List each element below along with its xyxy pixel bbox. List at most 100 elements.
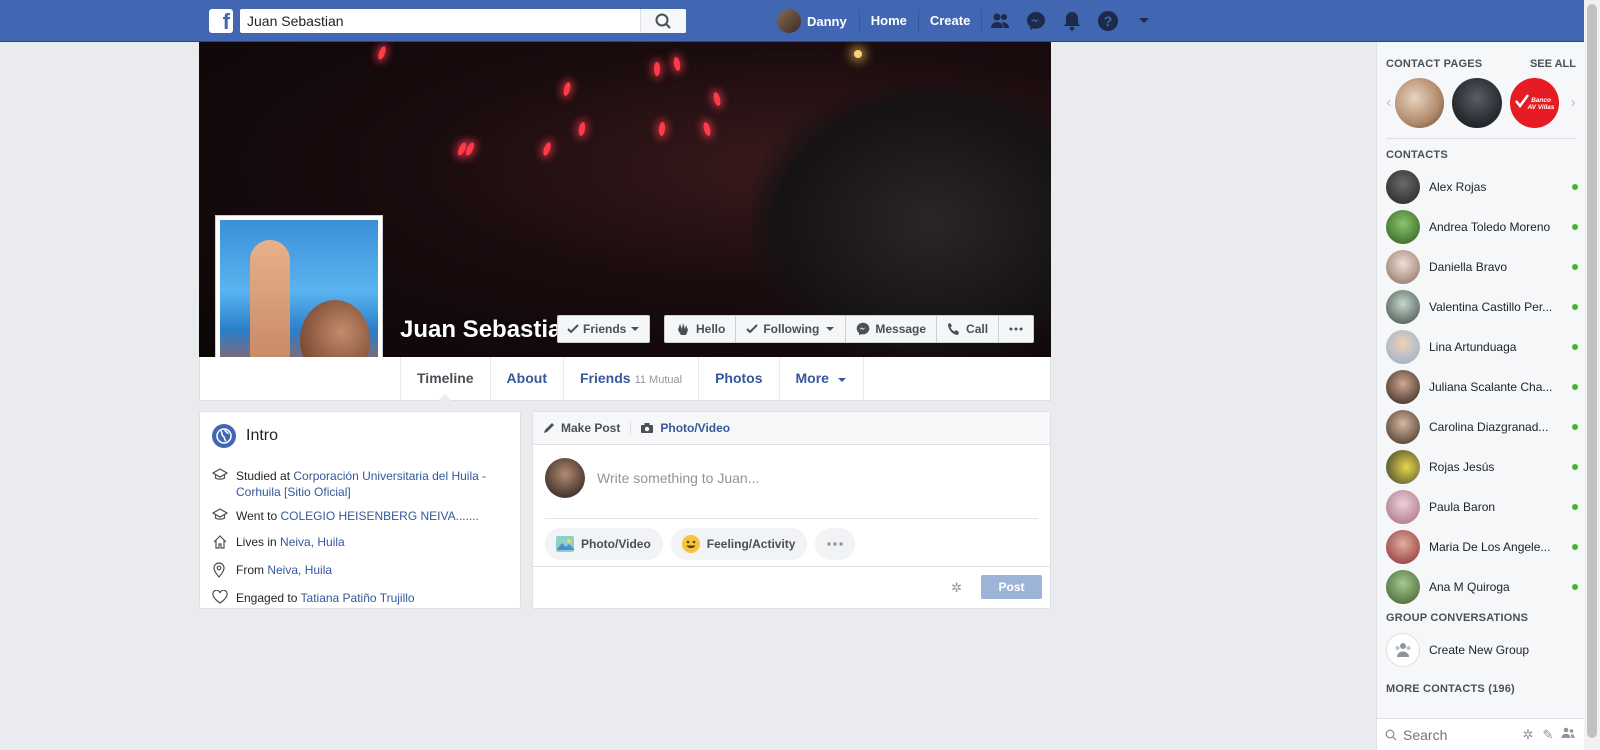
contact-page-avatar[interactable]: Banco AV Villas: [1509, 78, 1560, 128]
camera-icon: [641, 423, 654, 433]
contact-item[interactable]: Alex Rojas: [1386, 169, 1578, 205]
account-menu-chevron-down-icon[interactable]: [1126, 0, 1162, 42]
intro-item-prefix: Studied at: [236, 469, 294, 483]
make-post-tab[interactable]: Make Post: [543, 421, 630, 435]
help-icon[interactable]: ?: [1090, 0, 1126, 42]
checkmark-icon: [746, 324, 759, 334]
settings-gear-icon[interactable]: ✲: [1518, 727, 1538, 743]
photo-video-tab-label: Photo/Video: [660, 421, 731, 435]
divider: [1386, 138, 1576, 139]
message-button[interactable]: Message: [846, 316, 938, 342]
contact-item[interactable]: Daniella Bravo: [1386, 249, 1578, 285]
composer-input[interactable]: Write something to Juan...: [597, 470, 759, 486]
photo-video-chip[interactable]: Photo/Video: [545, 528, 663, 560]
contact-name: Carolina Diazgranad...: [1429, 420, 1549, 434]
contact-item[interactable]: Ana M Quiroga: [1386, 569, 1578, 605]
create-new-group-button[interactable]: Create New Group: [1386, 632, 1578, 668]
online-status-dot: [1572, 464, 1578, 470]
more-options-button[interactable]: [999, 316, 1033, 342]
friend-requests-icon[interactable]: [982, 0, 1018, 42]
create-link[interactable]: Create: [919, 10, 983, 32]
contact-name: Rojas Jesús: [1429, 460, 1495, 474]
intro-item-from: From Neiva, Huila: [212, 562, 512, 582]
chevron-left-icon[interactable]: ‹: [1383, 94, 1395, 112]
tab-more[interactable]: More: [778, 357, 864, 400]
group-add-icon: [1386, 633, 1420, 667]
contact-item[interactable]: Lina Artunduaga: [1386, 329, 1578, 365]
tab-timeline[interactable]: Timeline: [400, 357, 490, 401]
post-composer: Make Post Photo/Video Write something to…: [532, 411, 1051, 609]
avatar: [1386, 490, 1420, 524]
contact-item[interactable]: Andrea Toledo Moreno: [1386, 209, 1578, 245]
search-button[interactable]: [640, 9, 686, 33]
contact-search-input[interactable]: [1403, 726, 1498, 743]
post-button[interactable]: Post: [981, 575, 1042, 599]
feeling-activity-chip-label: Feeling/Activity: [706, 537, 796, 551]
profile-link[interactable]: Danny: [777, 9, 860, 33]
following-button[interactable]: Following: [736, 316, 847, 342]
contact-item[interactable]: Paula Baron: [1386, 489, 1578, 525]
user-name: Danny: [807, 13, 847, 29]
svg-text:Banco: Banco: [1531, 97, 1551, 104]
tab-about[interactable]: About: [489, 357, 563, 400]
home-icon: [212, 534, 236, 554]
create-new-group-label: Create New Group: [1429, 643, 1530, 657]
hometown-link[interactable]: Neiva, Huila: [267, 563, 332, 577]
chat-tools: ✲ ✎: [1518, 727, 1584, 743]
high-school-link[interactable]: COLEGIO HEISENBERG NEIVA.......: [280, 509, 479, 523]
tab-friends-label: Friends: [579, 370, 631, 386]
see-all-link[interactable]: SEE ALL: [1530, 58, 1576, 70]
search-input[interactable]: [240, 9, 630, 33]
create-group-icon[interactable]: [1558, 727, 1578, 743]
contact-item[interactable]: Carolina Diazgranad...: [1386, 409, 1578, 445]
cover-light: [854, 50, 862, 58]
contact-name: Daniella Bravo: [1429, 260, 1508, 274]
friends-button-label: Friends: [583, 322, 627, 336]
contact-page-avatar[interactable]: [1394, 78, 1445, 128]
chevron-down-icon: [631, 327, 640, 331]
partner-link[interactable]: Tatiana Patiño Trujillo: [301, 591, 415, 605]
messenger-icon[interactable]: [1018, 0, 1054, 42]
feeling-activity-chip[interactable]: Feeling/Activity: [670, 528, 808, 560]
contact-item[interactable]: Rojas Jesús: [1386, 449, 1578, 485]
settings-gear-icon[interactable]: ✲: [951, 580, 962, 596]
chevron-right-icon[interactable]: ›: [1567, 94, 1579, 112]
tab-about-label: About: [506, 370, 547, 386]
home-link[interactable]: Home: [860, 10, 919, 32]
tab-more-label: More: [795, 370, 829, 386]
graduation-cap-icon: [211, 508, 236, 526]
avatar: [1386, 450, 1420, 484]
notifications-icon[interactable]: [1054, 0, 1090, 42]
cover-light: [562, 81, 572, 97]
intro-header: Intro: [212, 424, 278, 448]
current-city-link[interactable]: Neiva, Huila: [280, 535, 345, 549]
contact-item[interactable]: Valentina Castillo Per...: [1386, 289, 1578, 325]
contact-name: Juliana Scalante Cha...: [1429, 380, 1553, 394]
tab-photos[interactable]: Photos: [698, 357, 778, 400]
contact-item[interactable]: Maria De Los Angele...: [1386, 529, 1578, 565]
call-button[interactable]: Call: [937, 316, 1000, 342]
more-composer-options-button[interactable]: [815, 528, 856, 560]
facebook-logo-icon[interactable]: f: [209, 9, 233, 33]
contact-page-avatar[interactable]: [1452, 78, 1502, 128]
mutual-friends-count: 11 Mutual: [634, 374, 683, 386]
friends-button[interactable]: Friends: [557, 315, 651, 343]
scrollbar-thumb[interactable]: [1587, 4, 1597, 738]
profile-action-buttons: Hello Following Message Call: [664, 315, 1035, 343]
tab-friends[interactable]: Friends 11 Mutual: [562, 357, 698, 400]
cover-light: [702, 121, 712, 137]
page-scrollbar[interactable]: [1584, 0, 1600, 750]
cover-light: [376, 45, 388, 61]
hello-button[interactable]: Hello: [665, 316, 737, 342]
avatar: [777, 9, 801, 33]
photo-video-chip-label: Photo/Video: [581, 537, 651, 551]
new-message-icon[interactable]: ✎: [1538, 727, 1558, 743]
photo-video-tab[interactable]: Photo/Video: [630, 421, 740, 435]
messenger-icon: [857, 322, 870, 336]
chevron-down-icon: [837, 378, 846, 382]
contact-item[interactable]: Juliana Scalante Cha...: [1386, 369, 1578, 405]
tab-photos-label: Photos: [715, 370, 763, 386]
profile-photo-child: [250, 240, 290, 360]
contact-name: Maria De Los Angele...: [1429, 540, 1551, 554]
cover-light: [577, 121, 587, 137]
